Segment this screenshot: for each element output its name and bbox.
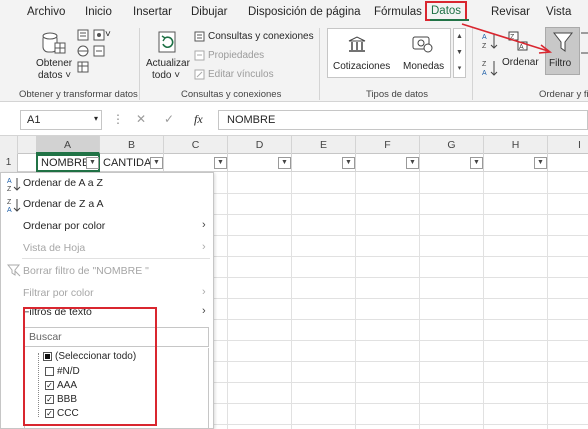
- annotation-arrow: [461, 23, 553, 54]
- sort-za-icon[interactable]: ZA: [481, 58, 499, 78]
- column-header-f[interactable]: F: [356, 136, 420, 154]
- menu-clear-filter[interactable]: Borrar filtro de "NOMBRE ": [23, 265, 149, 277]
- grid-line: [214, 193, 588, 194]
- menu-sheet-view[interactable]: Vista de Hoja: [23, 242, 85, 254]
- menu-sort-za[interactable]: Ordenar de Z a A: [23, 198, 104, 210]
- grid-line: [214, 256, 588, 257]
- stocks-button[interactable]: Cotizaciones: [333, 61, 390, 72]
- grid-line: [214, 403, 588, 404]
- column-header-h[interactable]: H: [484, 136, 548, 154]
- from-table-icon[interactable]: [76, 60, 90, 74]
- edit-links-button[interactable]: Editar vínculos: [208, 69, 274, 80]
- grid-line: [214, 361, 588, 362]
- select-all-corner[interactable]: [0, 136, 18, 154]
- filter-dropdown-b[interactable]: ▼: [150, 157, 163, 169]
- confirm-icon[interactable]: ✓: [164, 112, 174, 126]
- formula-input[interactable]: NOMBRE: [218, 110, 588, 130]
- group-label-data-types: Tipos de datos: [366, 89, 428, 100]
- grid-line: [214, 319, 588, 320]
- svg-text:Z: Z: [482, 61, 487, 68]
- refresh-all-dropdown[interactable]: todo ˅: [152, 70, 180, 81]
- grid-line: [214, 235, 588, 236]
- chevron-right-icon: ›: [202, 286, 206, 298]
- grid-line: [483, 172, 484, 429]
- column-header-d[interactable]: D: [228, 136, 292, 154]
- grid-line: [355, 172, 356, 429]
- chevron-right-icon: ›: [202, 241, 206, 253]
- menu-sort-az[interactable]: Ordenar de A a Z: [23, 177, 103, 189]
- column-header-b[interactable]: B: [100, 136, 164, 154]
- group-label-sort-filter: Ordenar y fi: [539, 89, 588, 100]
- grid-line: [227, 172, 228, 429]
- grid-line: [214, 424, 588, 425]
- column-header-e[interactable]: E: [292, 136, 356, 154]
- filter-dropdown-c[interactable]: ▼: [214, 157, 227, 169]
- chevron-right-icon: ›: [202, 305, 206, 317]
- edit-links-icon: [193, 68, 205, 80]
- svg-text:A: A: [482, 70, 487, 77]
- row-header-1[interactable]: 1: [0, 154, 18, 172]
- svg-text:Z: Z: [7, 186, 12, 192]
- currencies-button[interactable]: Monedas: [403, 61, 444, 72]
- annotation-highlight-box: [23, 307, 157, 426]
- name-box[interactable]: A1: [20, 110, 102, 130]
- insert-function-icon[interactable]: fx: [194, 112, 203, 127]
- filter-dropdown-d[interactable]: ▼: [278, 157, 291, 169]
- get-data-dropdown[interactable]: datos ˅: [38, 70, 71, 81]
- clear-filter-icon: [7, 263, 21, 277]
- column-header-a[interactable]: A: [36, 136, 100, 154]
- grid-line: [214, 382, 588, 383]
- sort-za-icon: ZA: [7, 197, 21, 213]
- grid-line: [214, 277, 588, 278]
- chevron-right-icon: ›: [202, 219, 206, 231]
- grid-line: [419, 172, 420, 429]
- grid-line: [291, 172, 292, 429]
- group-label-queries: Consultas y conexiones: [181, 89, 282, 100]
- name-box-dropdown-icon[interactable]: ▾: [94, 114, 98, 123]
- filter-dropdown-f[interactable]: ▼: [406, 157, 419, 169]
- menu-filter-by-color[interactable]: Filtrar por color: [23, 287, 94, 299]
- cancel-icon[interactable]: ✕: [136, 112, 146, 126]
- filter-dropdown-h[interactable]: ▼: [534, 157, 547, 169]
- svg-text:A: A: [7, 207, 12, 213]
- sort-az-icon: AZ: [7, 176, 21, 192]
- column-header-g[interactable]: G: [420, 136, 484, 154]
- menu-sort-by-color[interactable]: Ordenar por color: [23, 220, 105, 232]
- grid-line: [547, 172, 548, 429]
- column-header-i[interactable]: I: [548, 136, 588, 154]
- column-header-c[interactable]: C: [164, 136, 228, 154]
- filter-dropdown-e[interactable]: ▼: [342, 157, 355, 169]
- svg-text:Z: Z: [7, 199, 12, 206]
- grid-line: [214, 298, 588, 299]
- group-label-get-data: Obtener y transformar datos: [19, 89, 138, 100]
- drag-handle-icon[interactable]: ⋮: [112, 112, 124, 126]
- grid-line: [214, 340, 588, 341]
- grid-line: [214, 214, 588, 215]
- svg-text:A: A: [7, 178, 12, 185]
- filter-dropdown-g[interactable]: ▼: [470, 157, 483, 169]
- menu-separator: [22, 258, 210, 259]
- filter-dropdown-a[interactable]: ▼: [86, 157, 99, 169]
